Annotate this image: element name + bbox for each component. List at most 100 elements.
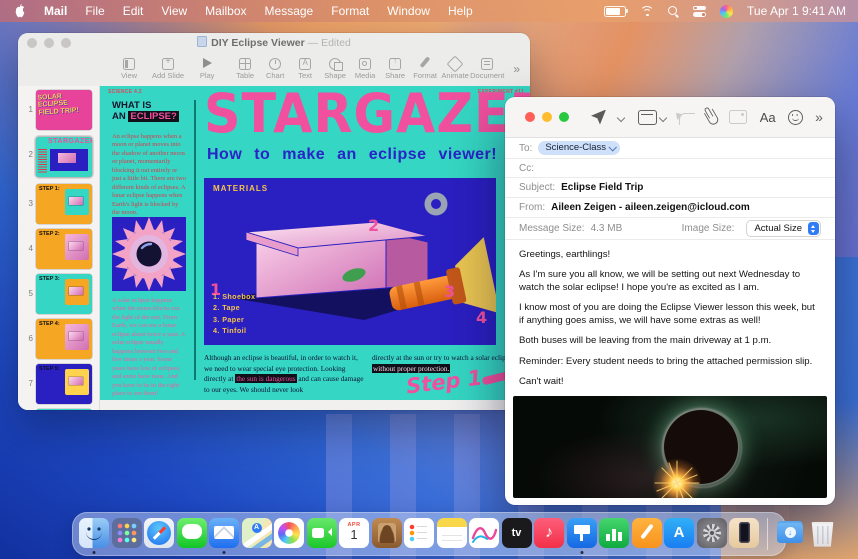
dock-item-calendar[interactable]: APR 1 [339, 518, 369, 548]
dock-item-iphone-mirroring[interactable] [729, 518, 759, 548]
to-field[interactable]: To: Science-Class [505, 138, 835, 159]
caution-paragraph-left[interactable]: Although an eclipse is beautiful, in ord… [204, 353, 364, 395]
menu-app-name[interactable]: Mail [44, 4, 67, 18]
toolbar-media-button[interactable]: Media [350, 58, 380, 80]
menu-view[interactable]: View [161, 4, 187, 18]
dock-item-finder[interactable] [79, 518, 109, 548]
menu-file[interactable]: File [85, 4, 104, 18]
slide-thumbnail-8[interactable]: DID YOU KNOW [36, 409, 92, 410]
message-size-value: 4.3 MB [591, 223, 623, 234]
toolbar-add-slide-button[interactable]: Add Slide [152, 58, 184, 80]
minimize-button[interactable] [542, 112, 552, 122]
keynote-titlebar[interactable]: DIY Eclipse Viewer — Edited [18, 33, 530, 52]
dock-item-apple-tv[interactable] [502, 518, 532, 548]
spotlight-search-icon[interactable] [668, 6, 679, 17]
slide-thumbnail-6[interactable]: STEP 4: [36, 319, 92, 359]
dock-item-notes[interactable] [437, 518, 467, 548]
slide-thumbnail-4[interactable]: STEP 2: [36, 229, 92, 269]
header-fields-button[interactable] [638, 110, 667, 125]
toolbar-overflow-button[interactable]: » [815, 110, 823, 124]
slide-thumbnail-3[interactable]: STEP 1: [36, 184, 92, 224]
toolbar-animate-button[interactable]: Animate [440, 58, 470, 80]
dock-item-launchpad[interactable] [112, 518, 142, 548]
keynote-window[interactable]: DIY Eclipse Viewer — Edited View Add Sli… [18, 33, 530, 410]
toolbar-table-button[interactable]: Table [230, 58, 260, 80]
emoji-icon[interactable] [788, 110, 803, 125]
menu-mailbox[interactable]: Mailbox [205, 4, 246, 18]
toolbar-format-button[interactable]: Format [410, 58, 440, 80]
slide-solar-paragraph[interactable]: A solar eclipse happens when the moon bl… [112, 297, 186, 398]
dock-item-facetime[interactable] [307, 518, 337, 548]
dock-item-messages[interactable] [177, 518, 207, 548]
slide-science-label[interactable]: SCIENCE 4.2 [108, 89, 142, 95]
attachment-icon[interactable] [704, 108, 720, 126]
toolbar-shape-button[interactable]: Shape [320, 58, 350, 80]
slide-canvas[interactable]: SCIENCE 4.2 EXPERIMENT #11 WHAT IS AN EC… [100, 86, 530, 400]
dock-item-safari[interactable] [144, 518, 174, 548]
menu-message[interactable]: Message [265, 4, 314, 18]
slide-eclipse-paragraph[interactable]: An eclipse happens when a moon or planet… [112, 133, 186, 218]
slide-thumbnail-1[interactable]: SOLAR ECLIPSE FIELD TRIP! [36, 90, 92, 130]
menu-edit[interactable]: Edit [123, 4, 144, 18]
dock-item-photos[interactable] [274, 518, 304, 548]
slide-subtitle[interactable]: How to make an eclipse viewer! [207, 146, 497, 164]
toolbar-chart-button[interactable]: Chart [260, 58, 290, 80]
dock-item-contacts[interactable] [372, 518, 402, 548]
dock-item-pages[interactable] [632, 518, 662, 548]
dock-item-app-store[interactable] [664, 518, 694, 548]
message-body-editor[interactable]: Greetings, earthlings! As I'm sure you a… [505, 240, 835, 422]
subject-field[interactable]: Subject: Eclipse Field Trip [505, 178, 835, 198]
wifi-icon[interactable] [640, 6, 654, 17]
format-text-button[interactable]: Aa [760, 110, 776, 125]
slide-what-is-heading[interactable]: WHAT IS AN ECLIPSE? [112, 100, 179, 123]
photo-browser-icon[interactable] [729, 110, 747, 124]
toolbar-overflow-button[interactable]: » [513, 62, 520, 76]
toolbar-document-button[interactable]: Document [470, 58, 504, 80]
eclipse-photo-attachment[interactable] [513, 396, 827, 498]
sun-illustration-box[interactable] [112, 217, 186, 291]
dock-item-keynote[interactable] [567, 518, 597, 548]
battery-icon[interactable] [604, 6, 626, 17]
materials-list: 1. Shoebox 2. Tape 3. Paper 4. Tinfoil [213, 291, 255, 337]
dock-item-reminders[interactable] [404, 518, 434, 548]
menu-help[interactable]: Help [448, 4, 473, 18]
menu-window[interactable]: Window [387, 4, 430, 18]
dock-item-numbers[interactable] [599, 518, 629, 548]
materials-box[interactable]: MATERIALS 1 2 3 4 1. Shoebox 2. Tape 3. … [204, 178, 496, 345]
control-center-icon[interactable] [693, 6, 706, 17]
image-size-popup[interactable]: Actual Size [746, 220, 821, 237]
siri-icon[interactable] [720, 5, 733, 18]
document-proxy-icon[interactable] [197, 36, 207, 47]
slide-navigator[interactable]: 1 SOLAR ECLIPSE FIELD TRIP! 2 STARGAZER … [18, 86, 100, 410]
recipient-token[interactable]: Science-Class [538, 141, 620, 155]
send-options-chevron-icon[interactable] [618, 114, 625, 121]
dock-item-mail[interactable] [209, 518, 239, 548]
dock-item-system-settings[interactable] [697, 518, 727, 548]
dock-item-music[interactable] [534, 518, 564, 548]
toolbar-text-button[interactable]: Text [290, 58, 320, 80]
cc-field[interactable]: Cc: [505, 159, 835, 178]
slide-thumbnail-2-selected[interactable]: STARGAZER [36, 137, 92, 177]
toolbar-view-button[interactable]: View [114, 58, 144, 80]
window-controls [516, 112, 569, 122]
toolbar-share-button[interactable]: Share [380, 58, 410, 80]
apple-menu-icon[interactable] [14, 4, 26, 18]
mail-compose-window[interactable]: Aa » To: Science-Class Cc: Subject: Ecli… [505, 97, 835, 505]
menu-format[interactable]: Format [331, 4, 369, 18]
dock-item-maps[interactable] [242, 518, 272, 548]
slide-thumbnail-7[interactable]: STEP 5: [36, 364, 92, 404]
zoom-button[interactable] [559, 112, 569, 122]
slide-thumbnail-row: 4 STEP 2: [18, 229, 99, 269]
menu-bar: Mail File Edit View Mailbox Message Form… [0, 0, 858, 22]
menu-bar-clock[interactable]: Tue Apr 1 9:41 AM [747, 4, 846, 18]
slide-thumbnail-5[interactable]: STEP 3: [36, 274, 92, 314]
reply-icon[interactable] [679, 113, 695, 125]
dock-item-downloads[interactable] [775, 518, 805, 548]
slide-title[interactable]: STARGAZER [204, 86, 530, 145]
dock-item-freeform[interactable] [469, 518, 499, 548]
toolbar-play-button[interactable]: Play [192, 58, 222, 80]
send-icon[interactable] [591, 110, 606, 125]
from-field[interactable]: From: Aileen Zeigen - aileen.zeigen@iclo… [505, 198, 835, 218]
close-button[interactable] [525, 112, 535, 122]
popup-arrows-icon [808, 222, 819, 235]
